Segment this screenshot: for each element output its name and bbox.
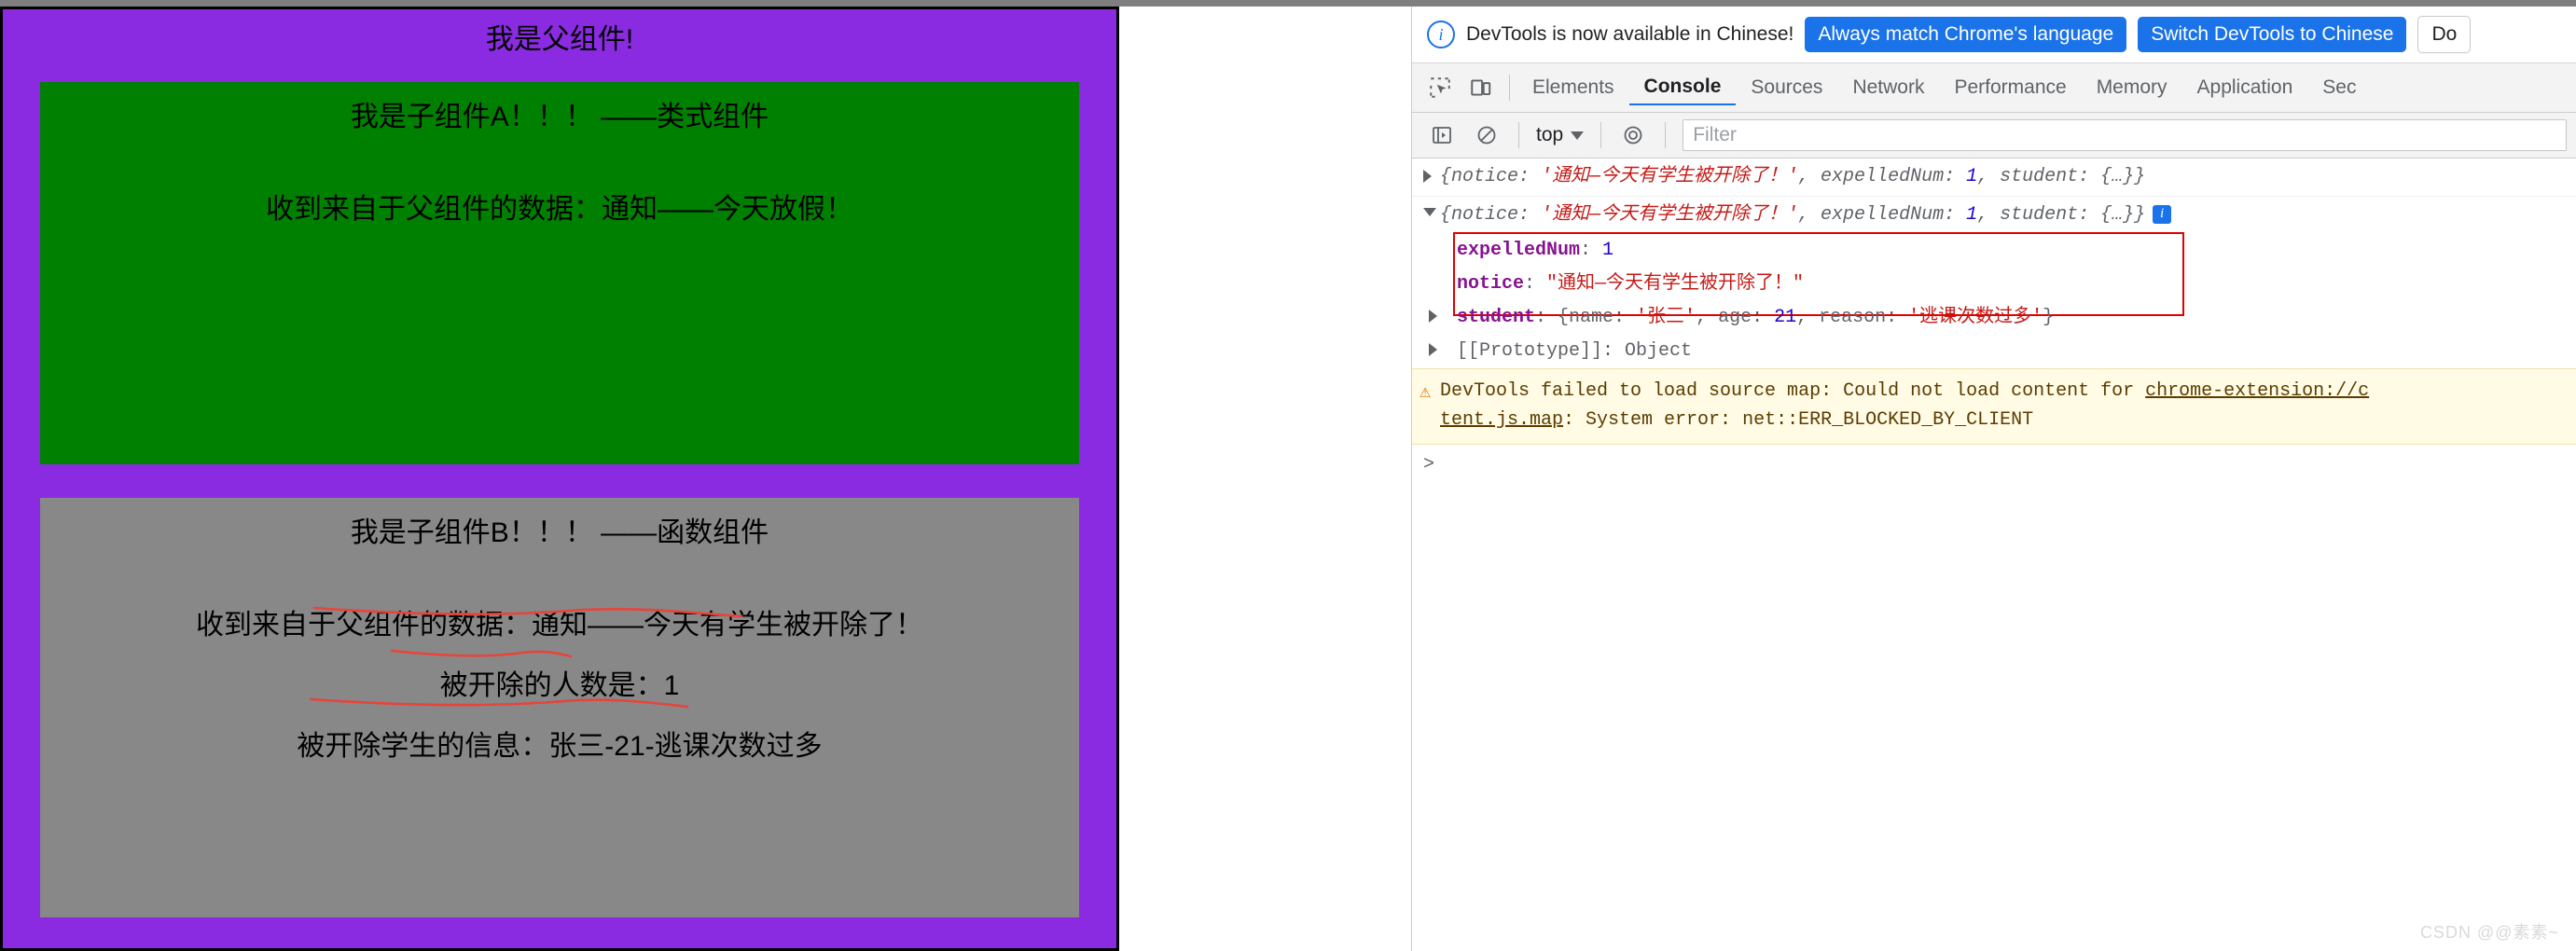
switch-devtools-to-chinese-button[interactable]: Switch DevTools to Chinese	[2138, 17, 2407, 52]
student-open-brace: {name:	[1558, 307, 1637, 328]
console-toolbar-divider-2	[1600, 122, 1602, 148]
log1-notice-value: '通知—今天有学生被开除了！'	[1541, 166, 1799, 187]
log2-mid: , expelledNum:	[1798, 204, 1967, 226]
child-component-b: 我是子组件B！！！ ——函数组件 收到来自于父组件的数据：通知——今天有学生被开…	[40, 497, 1079, 917]
console-filter-input[interactable]: Filter	[1683, 119, 2567, 151]
child-b-title: 我是子组件B！！！ ——函数组件	[350, 517, 769, 548]
child-b-received-data: 收到来自于父组件的数据：通知——今天有学生被开除了！	[196, 609, 923, 641]
console-toolbar: top Filter	[1412, 113, 2576, 158]
toggle-console-sidebar-icon[interactable]	[1421, 117, 1462, 154]
warning-source-link-part-2[interactable]: tent.js.map	[1440, 409, 1563, 431]
notice-key: notice	[1457, 273, 1525, 295]
parent-component-title: 我是父组件!	[485, 24, 634, 55]
console-output: {notice: '通知—今天有学生被开除了！', expelledNum: 1…	[1412, 158, 2576, 951]
notice-value: "通知—今天有学生被开除了！"	[1546, 273, 1805, 295]
prototype-expand-triangle-icon[interactable]	[1429, 343, 1437, 356]
parent-component: 我是父组件! 我是子组件A！！！ ——类式组件 收到来自于父组件的数据：通知——…	[0, 7, 1119, 951]
execution-context-label: top	[1536, 124, 1564, 145]
expanded-prop-student[interactable]: student: {name: '张三', age: 21, reason: '…	[1429, 301, 2576, 335]
console-log-row-2[interactable]: {notice: '通知—今天有学生被开除了！', expelledNum: 1…	[1412, 197, 2576, 234]
log1-suffix: , student: {…}}	[1977, 166, 2146, 187]
tab-application[interactable]: Application	[2182, 71, 2308, 104]
expanded-prop-expellednum: expelledNum: 1	[1457, 240, 1614, 261]
expanded-object-body: expelledNum: 1 notice: "通知—今天有学生被开除了！" s…	[1412, 232, 2576, 368]
clear-console-icon[interactable]	[1466, 117, 1507, 154]
object-info-badge-icon[interactable]: i	[2153, 204, 2172, 224]
log2-suffix: , student: {…}}	[1977, 204, 2146, 226]
warning-source-link-part-1[interactable]: chrome-extension://c	[2145, 380, 2369, 402]
expanded-prop-notice: notice: "通知—今天有学生被开除了！"	[1457, 273, 1805, 295]
tab-security[interactable]: Sec	[2307, 71, 2371, 104]
tab-memory[interactable]: Memory	[2082, 71, 2182, 104]
child-a-received-data: 收到来自于父组件的数据：通知——今天放假！	[266, 193, 853, 225]
devtools-panel: i DevTools is now available in Chinese! …	[1411, 7, 2576, 951]
expellednum-value: 1	[1602, 240, 1614, 261]
student-age-value: 21	[1774, 307, 1797, 328]
tab-console[interactable]: Console	[1628, 70, 1737, 105]
console-prompt-row[interactable]: >	[1412, 445, 2576, 476]
always-match-language-button[interactable]: Always match Chrome's language	[1805, 17, 2127, 52]
inspect-element-icon[interactable]	[1420, 69, 1461, 106]
child-b-student-info: 被开除学生的信息：张三-21-逃课次数过多	[297, 730, 823, 762]
screenshot-root: 我是父组件! 我是子组件A！！！ ——类式组件 收到来自于父组件的数据：通知——…	[0, 0, 2576, 951]
log2-num: 1	[1966, 204, 1978, 226]
execution-context-selector[interactable]: top	[1530, 124, 1589, 146]
warning-text-part-2: : System error: net::ERR_BLOCKED_BY_CLIE…	[1563, 409, 2034, 431]
tab-elements[interactable]: Elements	[1517, 71, 1629, 104]
info-icon: i	[1427, 21, 1455, 48]
prompt-caret-icon: >	[1423, 454, 1435, 476]
tab-performance[interactable]: Performance	[1939, 71, 2081, 104]
student-reason-value: '逃课次数过多'	[1908, 307, 2043, 328]
toolbar-divider	[1509, 75, 1510, 101]
watermark: CSDN @@素素~	[2419, 923, 2559, 942]
warning-text-part-1: DevTools failed to load source map: Coul…	[1440, 380, 2146, 402]
student-expand-triangle-icon[interactable]	[1429, 310, 1437, 323]
console-warning-row: ⚠ DevTools failed to load source map: Co…	[1412, 368, 2576, 445]
log1-mid: , expelledNum:	[1798, 166, 1967, 187]
devtools-tab-bar: Elements Console Sources Network Perform…	[1412, 63, 2576, 113]
dont-show-again-button[interactable]: Do	[2417, 16, 2472, 53]
warning-triangle-icon: ⚠	[1420, 382, 1432, 404]
chevron-down-icon	[1571, 131, 1585, 140]
expand-triangle-icon[interactable]	[1423, 170, 1432, 183]
tab-network[interactable]: Network	[1837, 71, 1939, 104]
child-a-title: 我是子组件A！！！ ——类式组件	[350, 101, 769, 132]
expellednum-key: expelledNum	[1457, 240, 1581, 261]
student-name-value: '张三'	[1636, 307, 1697, 328]
console-toolbar-divider-3	[1665, 122, 1667, 148]
console-toolbar-divider-1	[1518, 122, 1519, 148]
console-filter-placeholder: Filter	[1693, 124, 1737, 145]
rendered-page-area: 我是父组件! 我是子组件A！！！ ——类式组件 收到来自于父组件的数据：通知——…	[0, 7, 1411, 951]
student-reason-key: , reason:	[1796, 307, 1909, 328]
live-expression-eye-icon[interactable]	[1613, 117, 1654, 154]
tab-sources[interactable]: Sources	[1736, 71, 1837, 104]
log2-prefix: {notice:	[1440, 204, 1542, 226]
banner-message: DevTools is now available in Chinese!	[1466, 23, 1794, 45]
log2-notice-value: '通知—今天有学生被开除了！'	[1541, 204, 1799, 226]
student-close-brace: }	[2043, 307, 2055, 328]
log1-num: 1	[1966, 166, 1978, 187]
student-key: student	[1457, 307, 1536, 328]
log1-prefix: {notice:	[1440, 166, 1542, 187]
window-chrome-strip	[0, 0, 2576, 7]
devtools-language-banner: i DevTools is now available in Chinese! …	[1412, 7, 2576, 63]
console-log-row-1[interactable]: {notice: '通知—今天有学生被开除了！', expelledNum: 1…	[1412, 158, 2576, 197]
collapse-triangle-icon[interactable]	[1423, 208, 1436, 216]
student-age-key: , age:	[1696, 307, 1775, 328]
child-component-a: 我是子组件A！！！ ——类式组件 收到来自于父组件的数据：通知——今天放假！	[40, 81, 1079, 464]
expanded-prop-prototype[interactable]: [[Prototype]]: Object	[1429, 335, 2576, 368]
child-b-expelled-count: 被开除的人数是：1	[439, 669, 680, 701]
toggle-device-toolbar-icon[interactable]	[1461, 69, 1502, 106]
prototype-label: [[Prototype]]: Object	[1457, 340, 1693, 362]
